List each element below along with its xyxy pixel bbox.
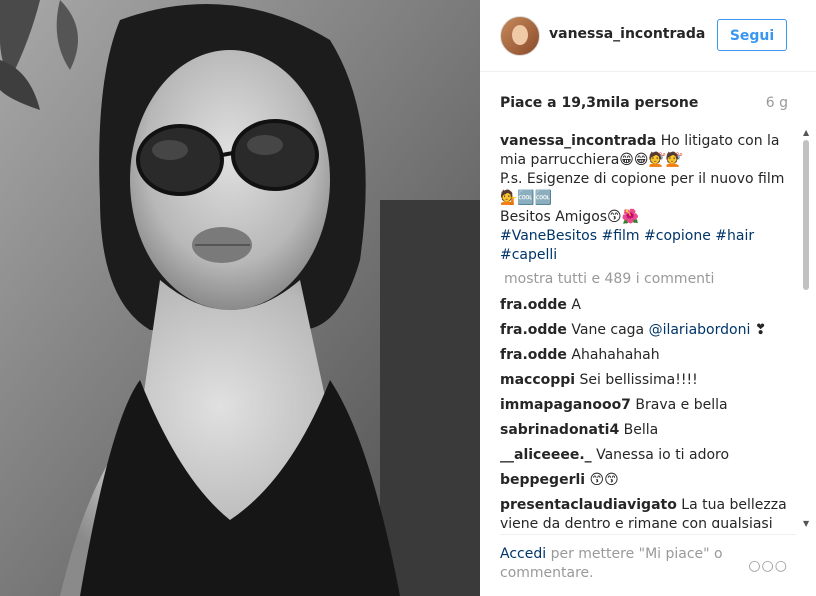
comment-username[interactable]: fra.odde [500, 322, 567, 338]
comment-text: Bella [623, 422, 659, 438]
post-details-panel: vanessa_incontrada Segui Piace a 19,3mil… [480, 0, 816, 596]
comment-username[interactable]: immapaganooo7 [500, 397, 631, 413]
comment-username[interactable]: __aliceeee._ [500, 447, 592, 463]
comment-text: Brava e bella [635, 397, 728, 413]
caption-line2: P.s. Esigenze di copione per il nuovo fi… [500, 171, 785, 206]
selfie-image [0, 0, 480, 596]
comment: presentaclaudiavigato La tua bellezza vi… [500, 496, 790, 528]
comment-username[interactable]: sabrinadonati4 [500, 422, 619, 438]
avatar[interactable] [500, 16, 540, 56]
comment-text: Sei bellissima!!!! [579, 372, 698, 388]
scroll-up-icon[interactable]: ▲ [803, 128, 809, 137]
caption-line3: Besitos Amigos😙🌺 [500, 209, 640, 225]
scrollbar-thumb[interactable] [803, 140, 809, 290]
comment-suffix: ❣ [750, 322, 767, 338]
comment: __aliceeee._ Vanessa io ti adoro [500, 446, 790, 465]
comment-text: Vane caga [571, 322, 649, 338]
comment: fra.odde Ahahahahah [500, 346, 790, 365]
instagram-post-view: vanessa_incontrada Segui Piace a 19,3mil… [0, 0, 816, 596]
comment-text: A [571, 297, 581, 313]
post-header: vanessa_incontrada Segui [480, 0, 816, 72]
comments-list: vanessa_incontrada Ho litigato con la mi… [500, 132, 790, 528]
comment: immapaganooo7 Brava e bella [500, 396, 790, 415]
comment: maccoppi Sei bellissima!!!! [500, 371, 790, 390]
comment: sabrinadonati4 Bella [500, 421, 790, 440]
comment: fra.odde Vane caga @ilariabordoni ❣ [500, 321, 790, 340]
divider [500, 534, 796, 535]
login-link[interactable]: Accedi [500, 546, 546, 562]
caption-hashtags[interactable]: #VaneBesitos #film #copione #hair #capel… [500, 228, 754, 263]
comment-username[interactable]: maccoppi [500, 372, 575, 388]
comment-text: 😙😙 [589, 472, 619, 488]
comment-text: Ahahahahah [571, 347, 660, 363]
comment-text: Vanessa io ti adoro [596, 447, 730, 463]
comment-mention[interactable]: @ilariabordoni [649, 322, 751, 338]
username-link[interactable]: vanessa_incontrada [549, 26, 705, 42]
comments-scrollbar[interactable]: ▲ ▼ [802, 128, 810, 528]
login-prompt: Accedi per mettere "Mi piace" o commenta… [500, 545, 750, 583]
comment-username[interactable]: fra.odde [500, 347, 567, 363]
comment: beppegerli 😙😙 [500, 471, 790, 490]
likes-count[interactable]: Piace a 19,3mila persone [500, 95, 698, 111]
more-dots-icon[interactable]: ○○○ [748, 558, 788, 574]
caption-username[interactable]: vanessa_incontrada [500, 133, 656, 149]
caption: vanessa_incontrada Ho litigato con la mi… [500, 132, 790, 265]
comment: fra.odde A [500, 296, 790, 315]
follow-button[interactable]: Segui [717, 19, 787, 51]
comment-username[interactable]: presentaclaudiavigato [500, 497, 677, 513]
comment-username[interactable]: beppegerli [500, 472, 585, 488]
post-age[interactable]: 6 g [766, 95, 788, 111]
scroll-down-icon[interactable]: ▼ [803, 519, 809, 528]
post-photo[interactable] [0, 0, 480, 596]
comment-username[interactable]: fra.odde [500, 297, 567, 313]
show-all-comments-link[interactable]: mostra tutti e 489 i commenti [504, 270, 790, 289]
